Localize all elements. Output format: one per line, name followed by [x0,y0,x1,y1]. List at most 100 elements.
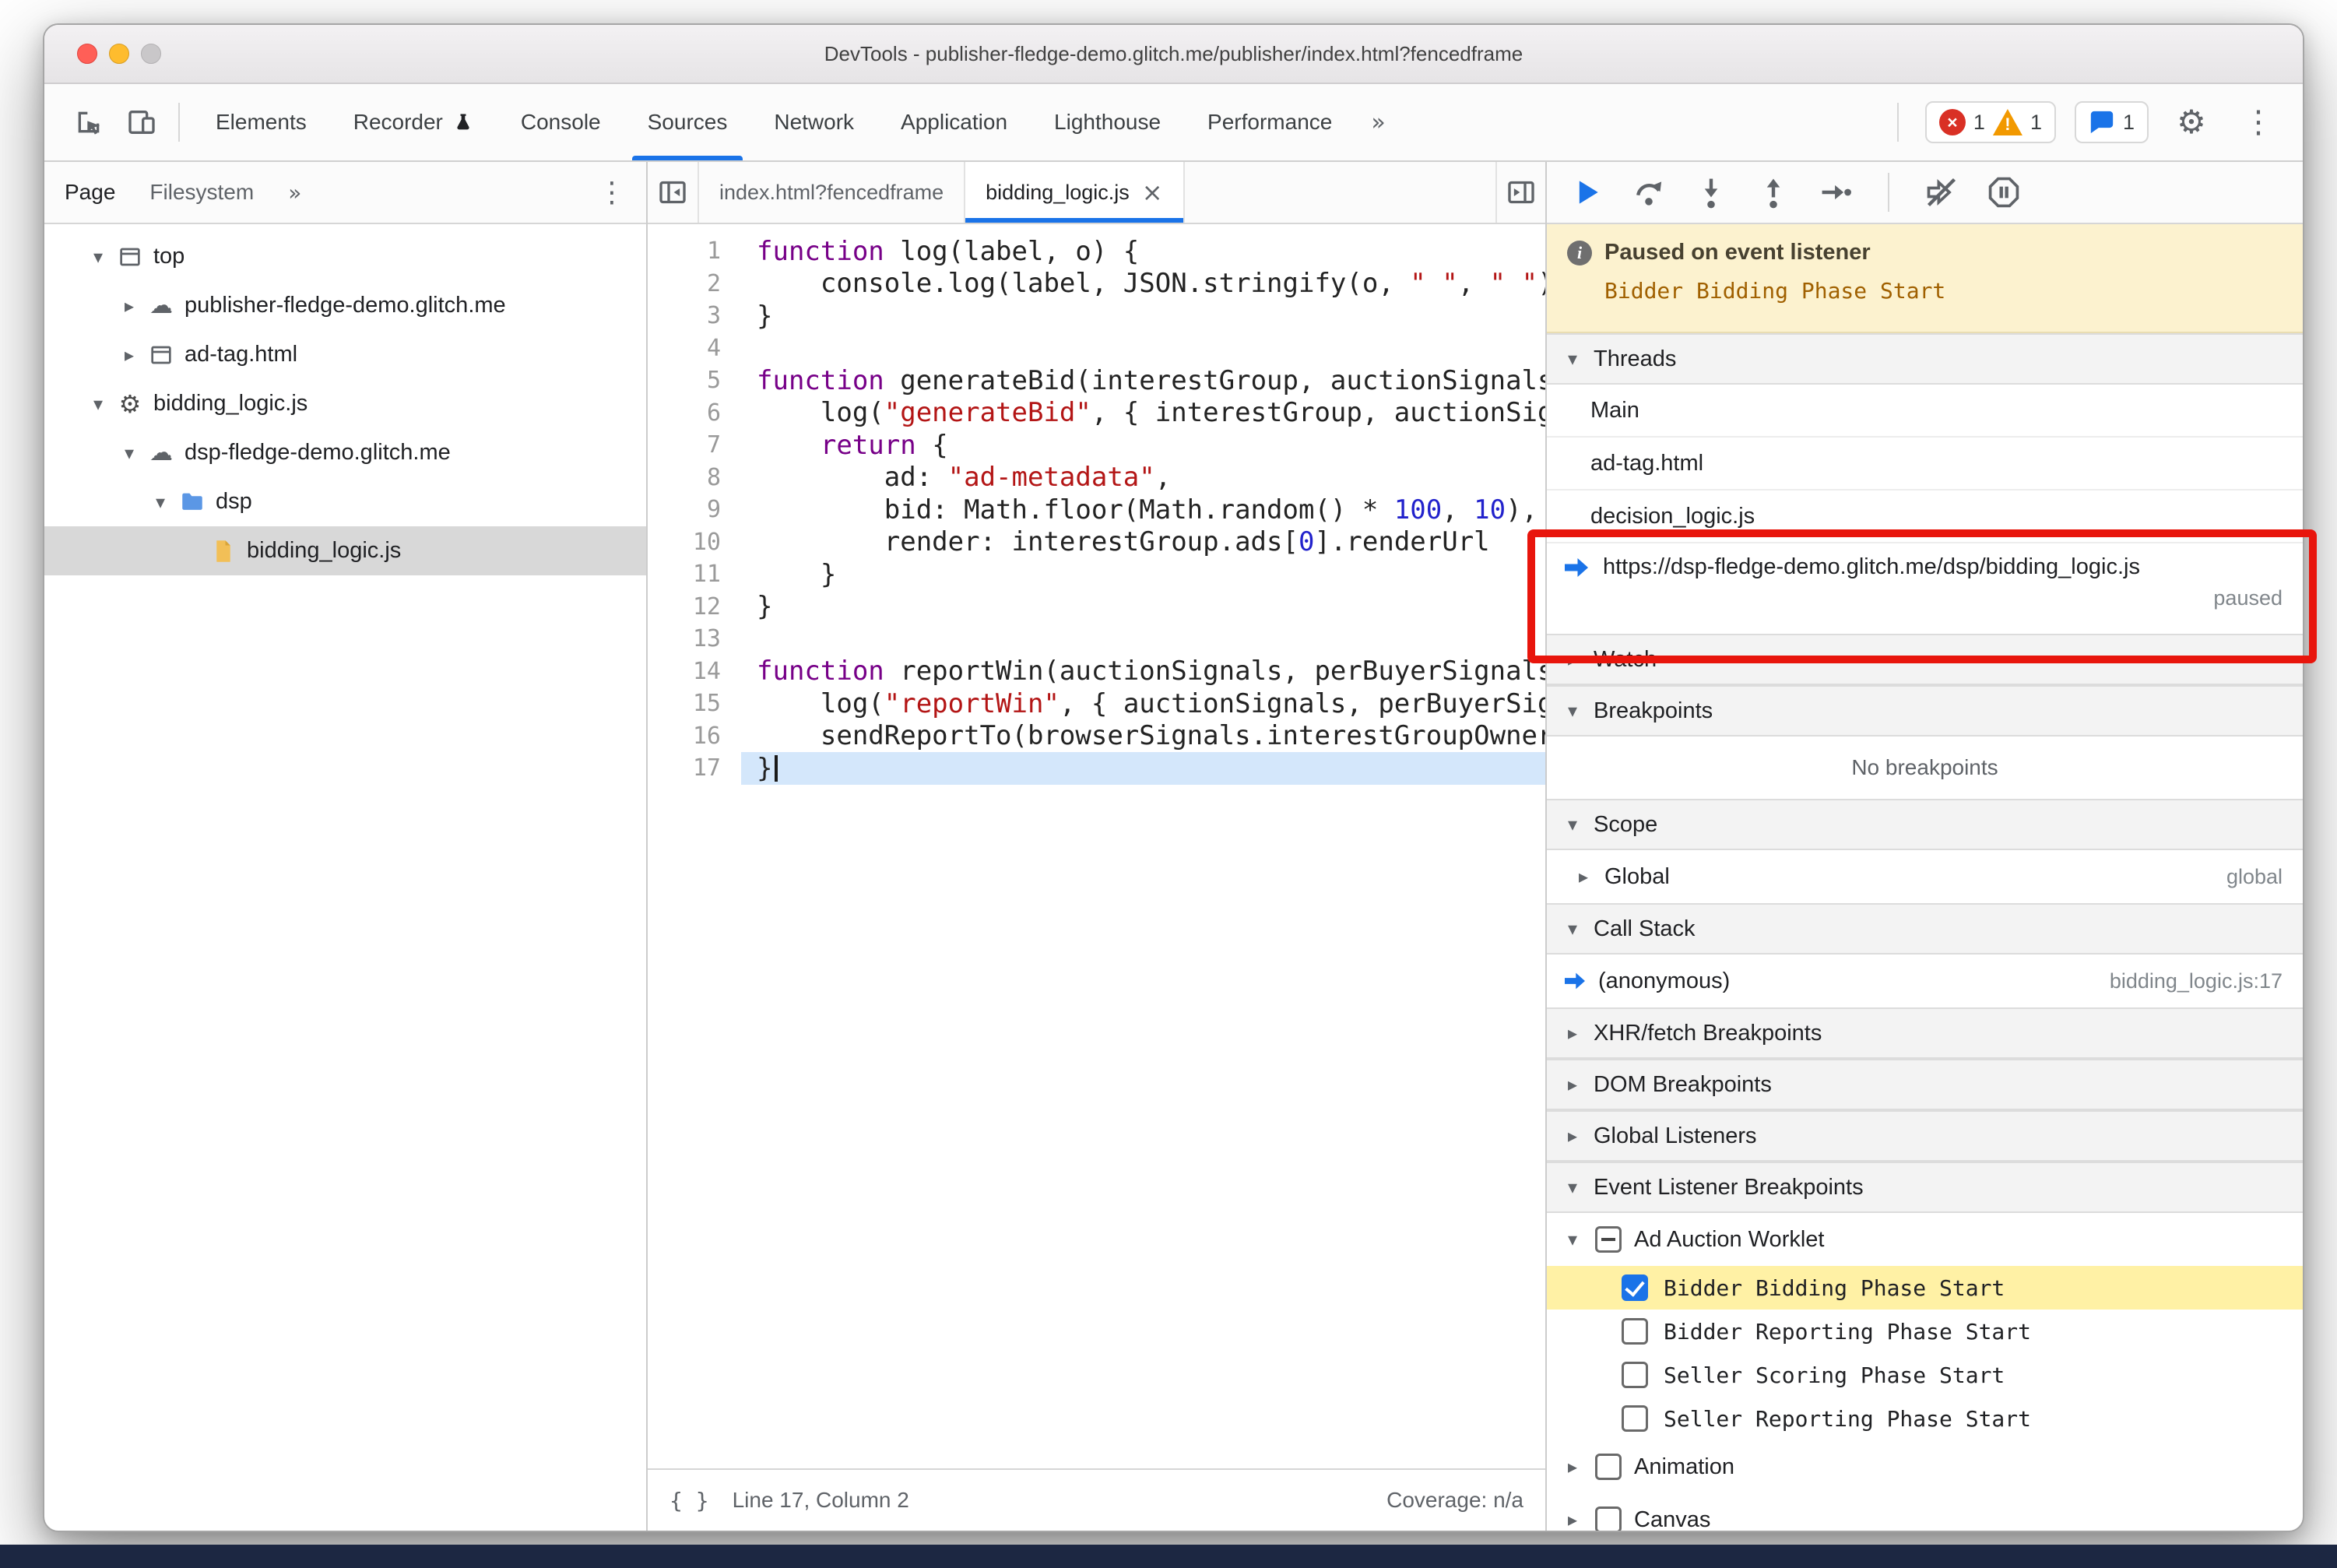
code-line-15[interactable]: 15 log("reportWin", { auctionSignals, pe… [648,687,1545,720]
code-line-content: return { [741,429,1545,462]
code-line-1[interactable]: 1 function log(label, o) { [648,235,1545,268]
pause-on-exceptions-button[interactable] [1986,174,2022,210]
step-out-button[interactable] [1755,174,1791,210]
tab-network[interactable]: Network [750,84,877,160]
pretty-print-button[interactable]: { } [669,1488,709,1514]
thread-row-decision-logic-js[interactable]: decision_logic.js [1547,490,2303,543]
editor-tab-index-html-fencedframe[interactable]: index.html?fencedframe [698,162,966,223]
code-editor[interactable]: 1 function log(label, o) {2 console.log(l… [648,224,1545,1468]
listener-group-animation[interactable]: ▸ Animation [1547,1440,2303,1493]
checkbox-unchecked[interactable] [1595,1506,1622,1531]
listener-seller-reporting-phase-start[interactable]: Seller Reporting Phase Start [1547,1397,2303,1440]
xhr-breakpoints-section-header[interactable]: ▸ XHR/fetch Breakpoints [1547,1007,2303,1059]
step-over-button[interactable] [1631,174,1667,210]
code-line-6[interactable]: 6 log("generateBid", { interestGroup, au… [648,397,1545,430]
tree-item-publisher-fledge-demo-glitch-me[interactable]: ▸ ☁ publisher-fledge-demo.glitch.me [44,281,646,330]
listener-group-ad-auction-worklet[interactable]: ▾ Ad Auction Worklet [1547,1213,2303,1266]
step-button[interactable] [1818,174,1854,210]
console-status-badge[interactable]: × 1 1 [1924,101,2056,143]
code-line-5[interactable]: 5 function generateBid(interestGroup, auc… [648,364,1545,397]
code-line-17[interactable]: 17} [648,752,1545,785]
thread-row-ad-tag-html[interactable]: ad-tag.html [1547,438,2303,490]
watch-section-header[interactable]: ▸ Watch [1547,634,2303,685]
code-line-16[interactable]: 16 sendReportTo(browserSignals.interestG… [648,720,1545,753]
toggle-device-toolbar-button[interactable] [118,97,166,147]
call-stack-frame[interactable]: (anonymous) bidding_logic.js:17 [1547,955,2303,1007]
tab-application[interactable]: Application [877,84,1031,160]
triangle-right-icon: ▸ [1578,866,1589,888]
threads-section-header[interactable]: ▾ Threads [1547,333,2303,385]
minimize-window-button[interactable] [109,44,129,64]
tab-performance[interactable]: Performance [1184,84,1355,160]
call-stack-section-header[interactable]: ▾ Call Stack [1547,903,2303,955]
triangle-down-icon[interactable]: ▾ [114,442,144,464]
issues-badge[interactable]: 1 [2074,101,2149,143]
zoom-window-button[interactable] [141,44,161,64]
checkbox-unchecked[interactable] [1595,1454,1622,1480]
settings-button[interactable]: ⚙ [2167,97,2216,147]
checkbox-unchecked[interactable] [1622,1318,1648,1345]
listener-bidder-bidding-phase-start[interactable]: Bidder Bidding Phase Start [1547,1266,2303,1310]
resume-button[interactable] [1569,174,1604,210]
triangle-right-icon[interactable]: ▸ [114,295,144,317]
triangle-right-icon[interactable]: ▸ [114,344,144,366]
tab-lighthouse[interactable]: Lighthouse [1031,84,1184,160]
code-line-9[interactable]: 9 bid: Math.floor(Math.random() * 100, 1… [648,494,1545,526]
deactivate-breakpoints-button[interactable] [1924,174,1959,210]
tree-item-bidding-logic-js[interactable]: bidding_logic.js [44,526,646,575]
code-token: } [757,300,773,332]
code-line-3[interactable]: 3} [648,300,1545,332]
devtools-menu-button[interactable]: ⋮ [2234,97,2283,147]
close-window-button[interactable] [77,44,97,64]
code-line-10[interactable]: 10 render: interestGroup.ads[0].renderUr… [648,526,1545,559]
hide-navigator-button[interactable] [648,162,698,223]
tree-item-bidding-logic-js[interactable]: ▾ ⚙ bidding_logic.js [44,379,646,428]
tab-elements[interactable]: Elements [192,84,330,160]
tab-sources[interactable]: Sources [624,84,751,160]
dom-breakpoints-section-header[interactable]: ▸ DOM Breakpoints [1547,1059,2303,1110]
triangle-down-icon[interactable]: ▾ [146,491,175,513]
checkbox-unchecked[interactable] [1622,1362,1648,1388]
more-navigator-tabs-button[interactable]: » [288,180,301,206]
tree-item-top[interactable]: ▾ top [44,232,646,281]
scope-section-header[interactable]: ▾ Scope [1547,799,2303,850]
listener-seller-scoring-phase-start[interactable]: Seller Scoring Phase Start [1547,1353,2303,1397]
checkbox-unchecked[interactable] [1622,1405,1648,1432]
thread-row-main[interactable]: Main [1547,385,2303,438]
tree-item-dsp[interactable]: ▾ dsp [44,477,646,526]
code-line-11[interactable]: 11 } [648,558,1545,591]
editor-tab-bidding-logic-js[interactable]: bidding_logic.js × [965,162,1185,223]
code-line-13[interactable]: 13 [648,623,1545,656]
code-line-14[interactable]: 14 function reportWin(auctionSignals, per… [648,656,1545,688]
event-listener-breakpoints-section-header[interactable]: ▾ Event Listener Breakpoints [1547,1162,2303,1213]
thread-row-paused[interactable]: https://dsp-fledge-demo.glitch.me/dsp/bi… [1547,543,2303,634]
tab-console[interactable]: Console [497,84,624,160]
navigator-menu-button[interactable]: ⋮ [598,177,626,209]
code-line-2[interactable]: 2 console.log(label, JSON.stringify(o, "… [648,268,1545,301]
global-listeners-section-header[interactable]: ▸ Global Listeners [1547,1110,2303,1162]
code-line-8[interactable]: 8 ad: "ad-metadata", [648,462,1545,494]
step-into-button[interactable] [1693,174,1729,210]
inspect-element-button[interactable] [65,97,113,147]
listener-group-canvas[interactable]: ▸ Canvas [1547,1493,2303,1531]
code-line-7[interactable]: 7 return { [648,429,1545,462]
checkbox-indeterminate[interactable] [1595,1226,1622,1253]
checkbox-checked[interactable] [1622,1274,1648,1301]
tab-filesystem[interactable]: Filesystem [149,180,254,205]
code-line-12[interactable]: 12} [648,591,1545,624]
more-panels-button[interactable]: » [1360,109,1396,136]
tree-item-ad-tag-html[interactable]: ▸ ad-tag.html [44,330,646,379]
listener-bidder-reporting-phase-start[interactable]: Bidder Reporting Phase Start [1547,1310,2303,1353]
preview-panel-button[interactable] [1495,162,1545,223]
triangle-down-icon[interactable]: ▾ [83,393,113,415]
breakpoints-section-header[interactable]: ▾ Breakpoints [1547,685,2303,737]
tab-page[interactable]: Page [65,180,115,205]
tab-recorder[interactable]: Recorder [330,84,497,160]
code-line-content: sendReportTo(browserSignals.interestGrou… [741,720,1545,753]
coverage-status[interactable]: Coverage: n/a [1386,1488,1523,1513]
triangle-down-icon[interactable]: ▾ [83,246,113,268]
close-tab-icon[interactable]: × [1142,180,1163,205]
tree-item-dsp-fledge-demo-glitch-me[interactable]: ▾ ☁ dsp-fledge-demo.glitch.me [44,428,646,477]
code-line-4[interactable]: 4 [648,332,1545,365]
scope-global-row[interactable]: ▸ Global global [1547,850,2303,903]
